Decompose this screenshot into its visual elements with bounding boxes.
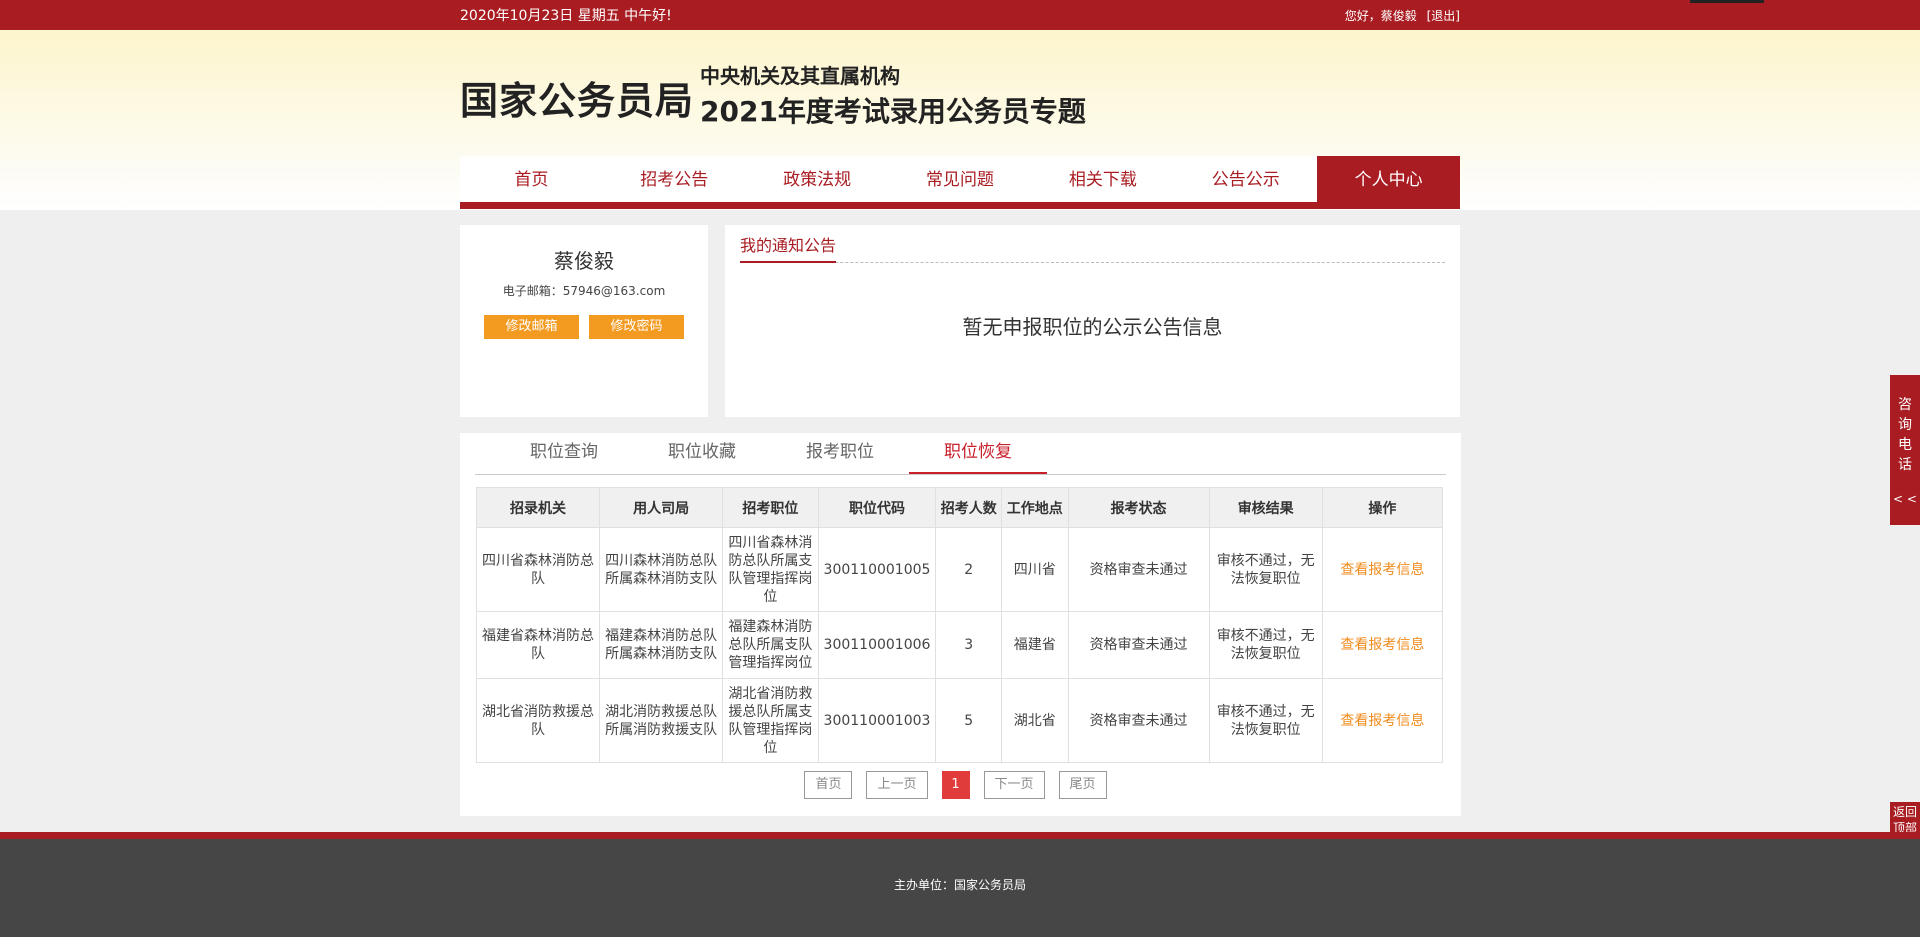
table-row: 福建省森林消防总队 福建森林消防总队所属森林消防支队 福建森林消防总队所属支队管… xyxy=(475,611,1444,679)
back-top-label: 返回 xyxy=(1892,805,1917,819)
col-header: 工作地点 xyxy=(1001,487,1069,528)
col-header: 招考职位 xyxy=(722,487,819,528)
col-header: 操作 xyxy=(1321,487,1444,528)
col-header: 招考人数 xyxy=(935,487,1002,528)
consult-char: 咨 xyxy=(1898,397,1912,413)
view-application-link[interactable]: 查看报考信息 xyxy=(1321,678,1444,763)
pagination: 首页 上一页 1 下一页 尾页 xyxy=(460,771,1451,799)
tab-job-search[interactable]: 职位查询 xyxy=(495,433,633,474)
jobs-panel: 职位查询 职位收藏 报考职位 职位恢复 招录机关 用人司局 招考职位 职位代码 … xyxy=(460,433,1461,816)
site-footer: 主办单位：国家公务员局 xyxy=(0,832,1920,937)
cell-position: 四川省森林消防总队所属支队管理指挥岗位 xyxy=(722,527,819,612)
profile-card: 蔡俊毅 电子邮箱：57946@163.com 修改邮箱 修改密码 xyxy=(460,225,708,417)
footer-host: 主办单位：国家公务员局 xyxy=(893,878,1026,892)
date-greeting: 2020年10月23日 星期五 中午好! xyxy=(460,8,672,24)
site-logo[interactable]: 国家公务员局 xyxy=(460,70,694,125)
cell-review-result: 审核不通过，无法恢复职位 xyxy=(1208,611,1323,679)
cell-code: 300110001003 xyxy=(817,678,937,763)
tab-job-favorites[interactable]: 职位收藏 xyxy=(633,433,771,474)
cell-count: 3 xyxy=(935,611,1002,679)
cell-department: 福建森林消防总队所属森林消防支队 xyxy=(599,611,724,679)
table-header-row: 招录机关 用人司局 招考职位 职位代码 招考人数 工作地点 报考状态 审核结果 … xyxy=(475,487,1444,528)
nav-personal-center[interactable]: 个人中心 xyxy=(1317,156,1461,202)
cell-agency: 四川省森林消防总队 xyxy=(475,527,601,612)
consult-char: 电 xyxy=(1898,437,1912,453)
col-header: 审核结果 xyxy=(1208,487,1323,528)
pager-prev[interactable]: 上一页 xyxy=(866,771,928,799)
pager-next[interactable]: 下一页 xyxy=(983,771,1045,799)
nav-home[interactable]: 首页 xyxy=(460,156,603,202)
user-area: 您好，蔡俊毅 [退出] xyxy=(1339,7,1460,24)
user-greeting: 您好，蔡俊毅 xyxy=(1344,8,1417,23)
cell-position: 湖北省消防救援总队所属支队管理指挥岗位 xyxy=(722,678,819,763)
logout-link[interactable]: [退出] xyxy=(1427,9,1460,23)
user-name: 蔡俊毅 xyxy=(554,249,614,273)
view-application-link[interactable]: 查看报考信息 xyxy=(1321,611,1444,679)
cell-status: 资格审查未通过 xyxy=(1067,678,1210,763)
main-nav: 首页 招考公告 政策法规 常见问题 相关下载 公告公示 个人中心 xyxy=(460,156,1461,209)
nav-policies[interactable]: 政策法规 xyxy=(746,156,889,202)
edit-password-button[interactable]: 修改密码 xyxy=(589,315,684,339)
main-content: 蔡俊毅 电子邮箱：57946@163.com 修改邮箱 修改密码 我的通知公告 … xyxy=(460,210,1461,836)
table-row: 四川省森林消防总队 四川森林消防总队所属森林消防支队 四川省森林消防总队所属支队… xyxy=(475,527,1444,612)
col-header: 用人司局 xyxy=(599,487,724,528)
top-bar: 2020年10月23日 星期五 中午好! 您好，蔡俊毅 [退出] xyxy=(0,0,1920,30)
cell-status: 资格审查未通过 xyxy=(1067,527,1210,612)
cell-location: 四川省 xyxy=(1001,527,1069,612)
tab-applied-jobs[interactable]: 报考职位 xyxy=(771,433,909,474)
notice-title: 我的通知公告 xyxy=(740,235,837,263)
nav-announcements[interactable]: 招考公告 xyxy=(603,156,746,202)
nav-public-notices[interactable]: 公告公示 xyxy=(1174,156,1317,202)
header-title: 2021年度考试录用公务员专题 xyxy=(700,95,1086,128)
cell-code: 300110001006 xyxy=(817,611,937,679)
top-accent-strip xyxy=(1690,0,1764,3)
cell-review-result: 审核不通过，无法恢复职位 xyxy=(1208,527,1323,612)
nav-downloads[interactable]: 相关下载 xyxy=(1031,156,1174,202)
nav-faq[interactable]: 常见问题 xyxy=(889,156,1032,202)
cell-position: 福建森林消防总队所属支队管理指挥岗位 xyxy=(722,611,819,679)
cell-department: 湖北消防救援总队所属消防救援支队 xyxy=(599,678,724,763)
header-subtitle: 中央机关及其直属机构 xyxy=(700,64,900,88)
cell-status: 资格审查未通过 xyxy=(1067,611,1210,679)
col-header: 招录机关 xyxy=(475,487,601,528)
pager-first[interactable]: 首页 xyxy=(804,771,853,799)
edit-email-button[interactable]: 修改邮箱 xyxy=(484,315,579,339)
cell-review-result: 审核不通过，无法恢复职位 xyxy=(1208,678,1323,763)
notice-panel: 我的通知公告 暂无申报职位的公示公告信息 xyxy=(725,225,1460,417)
cell-code: 300110001005 xyxy=(817,527,937,612)
user-email: 电子邮箱：57946@163.com xyxy=(502,284,666,298)
cell-agency: 福建省森林消防总队 xyxy=(475,611,601,679)
pager-last[interactable]: 尾页 xyxy=(1058,771,1107,799)
cell-agency: 湖北省消防救援总队 xyxy=(475,678,601,763)
jobs-tabs: 职位查询 职位收藏 报考职位 职位恢复 xyxy=(475,433,1446,475)
cell-count: 2 xyxy=(935,527,1002,612)
view-application-link[interactable]: 查看报考信息 xyxy=(1321,527,1444,612)
col-header: 职位代码 xyxy=(817,487,937,528)
table-row: 湖北省消防救援总队 湖北消防救援总队所属消防救援支队 湖北省消防救援总队所属支队… xyxy=(475,678,1444,763)
cell-department: 四川森林消防总队所属森林消防支队 xyxy=(599,527,724,612)
tab-job-restore[interactable]: 职位恢复 xyxy=(909,433,1047,474)
site-header: 国家公务员局 中央机关及其直属机构 2021年度考试录用公务员专题 首页 招考公… xyxy=(0,30,1920,210)
jobs-table: 招录机关 用人司局 招考职位 职位代码 招考人数 工作地点 报考状态 审核结果 … xyxy=(475,487,1444,763)
col-header: 报考状态 xyxy=(1067,487,1210,528)
consult-char: 询 xyxy=(1898,417,1912,433)
collapse-arrows-icon[interactable]: < < xyxy=(1890,489,1920,509)
consult-char: 话 xyxy=(1898,457,1912,473)
cell-location: 湖北省 xyxy=(1001,678,1069,763)
pager-current-page[interactable]: 1 xyxy=(941,771,970,799)
consult-phone-tab[interactable]: 咨 询 电 话 < < xyxy=(1890,375,1920,525)
notice-empty-message: 暂无申报职位的公示公告信息 xyxy=(962,315,1223,339)
cell-count: 5 xyxy=(935,678,1002,763)
cell-location: 福建省 xyxy=(1001,611,1069,679)
